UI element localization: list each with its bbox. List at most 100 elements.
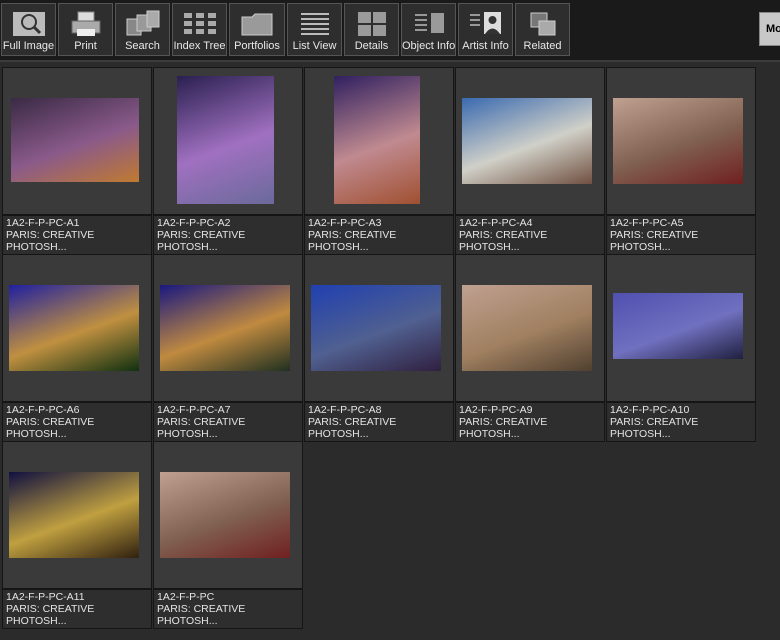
caption-line: PARIS: CREATIVE (6, 603, 95, 615)
thumbnail-frame[interactable] (455, 254, 605, 402)
button-label: Artist Info (462, 40, 509, 52)
object-id: 1A2-F-P-PC-A4 (459, 217, 533, 229)
caption-line: PHOTOSH... (308, 428, 369, 440)
thumbnail-cell[interactable]: 1A2-F-P-PC-A10 PARIS: CREATIVE PHOTOSH... (606, 254, 757, 442)
thumbnail-cell[interactable]: 1A2-F-P-PC-A7 PARIS: CREATIVE PHOTOSH... (153, 254, 304, 442)
caption-line: PARIS: CREATIVE (610, 416, 699, 428)
button-label: Search (125, 40, 160, 52)
button-label: List View (292, 40, 337, 52)
portfolios-button[interactable]: Portfolios (229, 3, 285, 56)
object-id: 1A2-F-P-PC-A8 (308, 404, 382, 416)
thumbnail-image[interactable] (160, 472, 290, 558)
object-id: 1A2-F-P-PC-A3 (308, 217, 382, 229)
object-id: 1A2-F-P-PC (157, 591, 215, 603)
caption-line: PARIS: CREATIVE (157, 603, 246, 615)
caption-line: PHOTOSH... (610, 241, 671, 253)
thumbnail-caption: 1A2-F-P-PC-A5 PARIS: CREATIVE PHOTOSH... (606, 215, 756, 255)
thumbnail-image[interactable] (11, 98, 139, 182)
thumbnail-frame[interactable] (304, 67, 454, 215)
object-id: 1A2-F-P-PC-A6 (6, 404, 80, 416)
thumbnail-frame[interactable] (455, 67, 605, 215)
caption-line: PHOTOSH... (157, 615, 218, 627)
caption-line: PARIS: CREATIVE (6, 416, 95, 428)
caption-line: PARIS: CREATIVE (157, 229, 246, 241)
thumbnail-image[interactable] (462, 285, 592, 371)
caption-line: PARIS: CREATIVE (459, 416, 548, 428)
thumbnail-frame[interactable] (153, 254, 303, 402)
thumbnail-caption: 1A2-F-P-PC PARIS: CREATIVE PHOTOSH... (153, 589, 303, 629)
details-button[interactable]: Details (344, 3, 399, 56)
thumbnail-cell[interactable]: 1A2-F-P-PC-A6 PARIS: CREATIVE PHOTOSH... (2, 254, 153, 442)
thumbnail-frame[interactable] (606, 254, 756, 402)
thumbnail-frame[interactable] (153, 441, 303, 589)
thumbnail-image[interactable] (334, 76, 420, 204)
thumbnail-cell[interactable]: 1A2-F-P-PC-A11 PARIS: CREATIVE PHOTOSH... (2, 441, 153, 629)
thumbnail-image[interactable] (177, 76, 274, 204)
button-label: Related (523, 40, 562, 52)
thumbnail-cell[interactable]: 1A2-F-P-PC-A1 PARIS: CREATIVE PHOTOSH... (2, 67, 153, 255)
artist-portrait-icon (469, 12, 501, 34)
thumbnail-image[interactable] (160, 285, 290, 371)
toolbar: Full Image Print Search Index Tree Portf… (0, 0, 780, 62)
search-cards-icon (126, 10, 159, 36)
thumbnail-cell[interactable]: 1A2-F-P-PC-A2 PARIS: CREATIVE PHOTOSH... (153, 67, 304, 255)
caption-line: PHOTOSH... (6, 615, 67, 627)
thumbnail-frame[interactable] (2, 67, 152, 215)
caption-line: PHOTOSH... (6, 241, 67, 253)
thumbnail-image[interactable] (311, 285, 441, 371)
artist-info-button[interactable]: Artist Info (458, 3, 513, 56)
thumbnail-cell[interactable]: 1A2-F-P-PC PARIS: CREATIVE PHOTOSH... (153, 441, 304, 629)
object-id: 1A2-F-P-PC-A5 (610, 217, 684, 229)
full-image-button[interactable]: Full Image (1, 3, 56, 56)
folder-icon (241, 13, 273, 36)
thumbnail-frame[interactable] (2, 441, 152, 589)
related-button[interactable]: Related (515, 3, 570, 56)
caption-line: PHOTOSH... (610, 428, 671, 440)
thumbnail-frame[interactable] (606, 67, 756, 215)
button-label: Details (354, 40, 389, 52)
search-button[interactable]: Search (115, 3, 170, 56)
button-label: Index Tree (173, 40, 226, 52)
thumbnail-caption: 1A2-F-P-PC-A4 PARIS: CREATIVE PHOTOSH... (455, 215, 605, 255)
thumbnail-cell[interactable]: 1A2-F-P-PC-A8 PARIS: CREATIVE PHOTOSH... (304, 254, 455, 442)
thumbnail-frame[interactable] (304, 254, 454, 402)
object-info-button[interactable]: Object Info (401, 3, 456, 56)
thumbnail-cell[interactable]: 1A2-F-P-PC-A3 PARIS: CREATIVE PHOTOSH... (304, 67, 455, 255)
details-icon (357, 12, 386, 36)
object-info-icon (414, 13, 444, 33)
thumbnail-image[interactable] (9, 472, 139, 558)
index-tree-button[interactable]: Index Tree (172, 3, 227, 56)
list-view-icon (300, 13, 329, 35)
thumbnail-caption: 1A2-F-P-PC-A8 PARIS: CREATIVE PHOTOSH... (304, 402, 454, 442)
thumbnail-cell[interactable]: 1A2-F-P-PC-A9 PARIS: CREATIVE PHOTOSH... (455, 254, 606, 442)
button-label: Object Info (402, 40, 456, 52)
thumbnail-caption: 1A2-F-P-PC-A1 PARIS: CREATIVE PHOTOSH... (2, 215, 152, 255)
thumbnail-cell[interactable]: 1A2-F-P-PC-A5 PARIS: CREATIVE PHOTOSH... (606, 67, 757, 255)
print-button[interactable]: Print (58, 3, 113, 56)
thumbnail-image[interactable] (462, 98, 592, 184)
caption-line: PARIS: CREATIVE (459, 229, 548, 241)
object-id: 1A2-F-P-PC-A7 (157, 404, 231, 416)
caption-line: PHOTOSH... (157, 241, 218, 253)
button-label: Portfolios (234, 40, 280, 52)
thumbnail-image[interactable] (613, 293, 743, 359)
thumbnail-caption: 1A2-F-P-PC-A3 PARIS: CREATIVE PHOTOSH... (304, 215, 454, 255)
thumbnail-image[interactable] (613, 98, 743, 184)
thumbnail-frame[interactable] (153, 67, 303, 215)
printer-icon (71, 11, 100, 36)
thumbnail-cell[interactable]: 1A2-F-P-PC-A4 PARIS: CREATIVE PHOTOSH... (455, 67, 606, 255)
thumbnail-frame[interactable] (2, 254, 152, 402)
more-button[interactable]: Mo (759, 12, 780, 46)
thumbnail-caption: 1A2-F-P-PC-A2 PARIS: CREATIVE PHOTOSH... (153, 215, 303, 255)
related-icon (530, 12, 555, 36)
thumbnail-image[interactable] (9, 285, 139, 371)
thumbnail-caption: 1A2-F-P-PC-A7 PARIS: CREATIVE PHOTOSH... (153, 402, 303, 442)
caption-line: PHOTOSH... (459, 428, 520, 440)
caption-line: PHOTOSH... (6, 428, 67, 440)
caption-line: PHOTOSH... (157, 428, 218, 440)
caption-line: PARIS: CREATIVE (610, 229, 699, 241)
thumbnail-caption: 1A2-F-P-PC-A6 PARIS: CREATIVE PHOTOSH... (2, 402, 152, 442)
list-view-button[interactable]: List View (287, 3, 342, 56)
object-id: 1A2-F-P-PC-A1 (6, 217, 80, 229)
caption-line: PARIS: CREATIVE (157, 416, 246, 428)
